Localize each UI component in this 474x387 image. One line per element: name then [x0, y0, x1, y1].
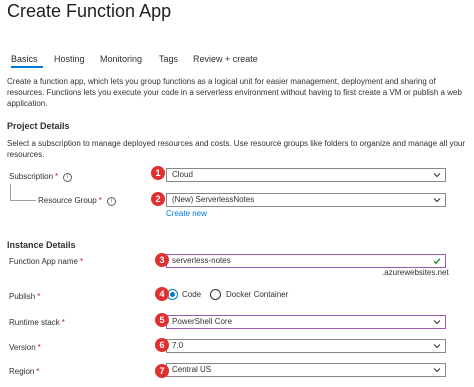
intro-text: Create a function app, which lets you gr… [7, 77, 462, 108]
subscription-label-text: Subscription [9, 172, 54, 181]
info-icon[interactable]: i [106, 197, 116, 206]
chevron-down-icon [433, 368, 441, 373]
resource-group-select[interactable]: (New) ServerlessNotes [166, 193, 446, 207]
runtime-stack-value: PowerShell Core [172, 317, 233, 326]
subscription-label: Subscription * i [9, 172, 73, 182]
runtime-stack-label-text: Runtime stack [9, 318, 60, 327]
tab-monitoring[interactable]: Monitoring [100, 54, 142, 64]
function-app-name-value: serverless-notes [172, 256, 231, 265]
chevron-down-icon [433, 198, 441, 203]
version-label-text: Version [9, 343, 36, 352]
publish-label: Publish * [9, 292, 40, 301]
required-marker: * [37, 292, 41, 301]
publish-docker-label[interactable]: Docker Container [226, 290, 288, 299]
callout-badge-2: 2 [151, 192, 165, 206]
tab-hosting[interactable]: Hosting [54, 54, 85, 64]
callout-badge-5: 5 [155, 313, 169, 327]
resource-group-value: (New) ServerlessNotes [172, 195, 255, 204]
active-tab-indicator [11, 66, 43, 68]
project-details-heading: Project Details [7, 121, 70, 131]
tree-connector-horizontal [10, 200, 36, 201]
chevron-down-icon [433, 320, 441, 325]
version-value: 7.0 [172, 341, 184, 350]
publish-docker-radio[interactable] [210, 289, 221, 300]
create-new-link[interactable]: Create new [166, 209, 207, 218]
chevron-down-icon [433, 344, 441, 349]
region-label: Region * [9, 367, 39, 376]
resource-group-label-text: Resource Group [38, 196, 97, 205]
checkmark-icon [433, 258, 441, 265]
resource-group-label: Resource Group * i [38, 196, 116, 206]
required-marker: * [37, 343, 41, 352]
instance-details-heading: Instance Details [7, 240, 76, 250]
callout-badge-1: 1 [151, 166, 165, 180]
required-marker: * [61, 318, 65, 327]
tree-connector-vertical [10, 184, 11, 200]
tab-basics[interactable]: Basics [11, 54, 38, 64]
project-details-description: Select a subscription to manage deployed… [7, 139, 466, 159]
callout-badge-3: 3 [155, 253, 169, 267]
region-label-text: Region [9, 367, 35, 376]
chevron-down-icon [433, 173, 441, 178]
publish-label-text: Publish [9, 292, 36, 301]
page-title: Create Function App [7, 1, 172, 21]
required-marker: * [79, 257, 84, 266]
version-select[interactable]: 7.0 [166, 339, 446, 353]
callout-badge-6: 6 [155, 338, 169, 352]
domain-suffix: .azurewebsites.net [382, 268, 449, 277]
required-marker: * [55, 172, 59, 181]
function-app-name-input[interactable]: serverless-notes [166, 254, 446, 268]
subscription-value: Cloud [172, 170, 193, 179]
tab-review-create[interactable]: Review + create [193, 54, 258, 64]
region-value: Central US [172, 365, 212, 374]
region-select[interactable]: Central US [166, 363, 446, 377]
publish-code-label[interactable]: Code [182, 290, 201, 299]
required-marker: * [98, 196, 102, 205]
function-app-name-label: Function App name * [9, 257, 83, 266]
callout-badge-7: 7 [155, 364, 169, 378]
subscription-select[interactable]: Cloud [166, 168, 446, 182]
tab-tags[interactable]: Tags [159, 54, 178, 64]
required-marker: * [36, 367, 40, 376]
version-label: Version * [9, 343, 41, 352]
function-app-name-label-text: Function App name [9, 257, 78, 266]
runtime-stack-label: Runtime stack * [9, 318, 65, 327]
runtime-stack-select[interactable]: PowerShell Core [166, 315, 446, 329]
info-icon[interactable]: i [63, 173, 73, 182]
callout-badge-4: 4 [155, 287, 169, 301]
